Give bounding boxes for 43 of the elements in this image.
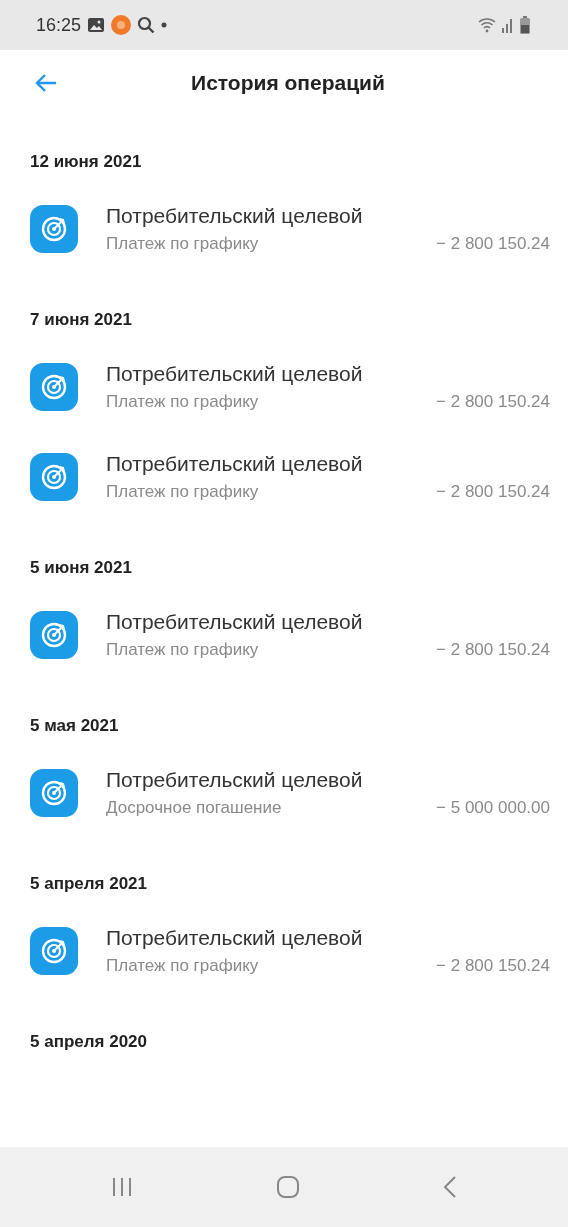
- operation-amount: − 2 800 150.24: [436, 482, 550, 502]
- operation-title: Потребительский целевой: [106, 768, 364, 792]
- wifi-icon: [478, 17, 496, 33]
- operation-type: Платеж по графику: [106, 234, 259, 254]
- operation-type: Платеж по графику: [106, 640, 259, 660]
- operation-title: Потребительский целевой: [106, 610, 364, 634]
- operation-title: Потребительский целевой: [106, 926, 364, 950]
- operation-amount: − 2 800 150.24: [436, 640, 550, 660]
- operation-type: Платеж по графику: [106, 956, 259, 976]
- dot-icon: [161, 22, 168, 28]
- date-heading: 5 апреля 2020: [30, 1032, 147, 1052]
- operation-title: Потребительский целевой: [106, 452, 364, 476]
- battery-icon: [520, 16, 530, 34]
- date-heading: 5 апреля 2021: [30, 874, 147, 894]
- operation-title: Потребительский целевой: [106, 204, 364, 228]
- operation-type: Досрочное погашение: [106, 798, 282, 818]
- status-time: 16:25: [36, 14, 82, 36]
- target-icon: [30, 453, 78, 501]
- back-icon: [442, 1175, 457, 1199]
- page-title: История операций: [191, 71, 385, 95]
- operation-title: Потребительский целевой: [106, 362, 364, 386]
- operation-amount: − 2 800 150.24: [436, 392, 550, 412]
- home-icon: [276, 1175, 300, 1199]
- recent-apps-icon: [111, 1177, 134, 1197]
- signal-icon: [502, 17, 514, 33]
- date-heading: 7 июня 2021: [30, 310, 132, 330]
- back-arrow-icon: [34, 73, 58, 93]
- operation-amount: − 2 800 150.24: [436, 956, 550, 976]
- operation-type: Платеж по графику: [106, 392, 259, 412]
- image-icon: [87, 17, 106, 33]
- target-icon: [30, 927, 78, 975]
- date-heading: 12 июня 2021: [30, 152, 142, 172]
- operation-type: Платеж по графику: [106, 482, 259, 502]
- app-notification-icon: [111, 15, 132, 35]
- target-icon: [30, 363, 78, 411]
- target-icon: [30, 205, 78, 253]
- date-heading: 5 июня 2021: [30, 558, 132, 578]
- operation-amount: − 5 000 000.00: [436, 798, 550, 818]
- operation-amount: − 2 800 150.24: [436, 234, 550, 254]
- target-icon: [30, 769, 78, 817]
- date-heading: 5 мая 2021: [30, 716, 119, 736]
- target-icon: [30, 611, 78, 659]
- search-icon: [137, 16, 156, 34]
